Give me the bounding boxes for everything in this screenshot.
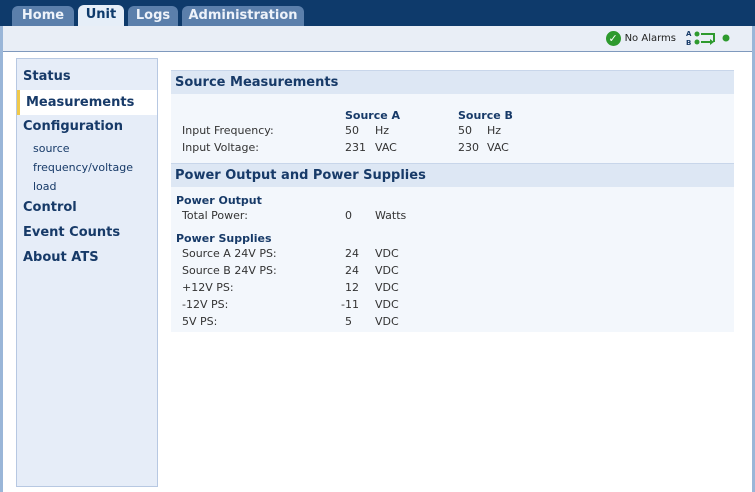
input-frequency-b-value: 50 bbox=[458, 124, 472, 137]
alarm-text: No Alarms bbox=[624, 33, 676, 44]
sidebar-item-measurements[interactable]: Measurements bbox=[17, 90, 157, 115]
sidebar-item-event-counts[interactable]: Event Counts bbox=[23, 225, 120, 240]
ps-source-a-24v-unit: VDC bbox=[375, 247, 399, 260]
input-voltage-label: Input Voltage: bbox=[182, 141, 259, 154]
input-voltage-a-value: 231 bbox=[345, 141, 366, 154]
sidebar: Status Measurements Configuration source… bbox=[16, 58, 158, 487]
sidebar-subitem-frequency-voltage[interactable]: frequency/voltage bbox=[33, 161, 133, 174]
input-frequency-a-unit: Hz bbox=[375, 124, 390, 137]
input-frequency-b-unit: Hz bbox=[487, 124, 502, 137]
tab-administration[interactable]: Administration bbox=[182, 6, 304, 26]
ps-5v-value: 5 bbox=[345, 315, 352, 328]
source-measurements-header: Source Measurements bbox=[171, 70, 734, 94]
alarm-status: ✓ No Alarms bbox=[605, 31, 676, 46]
sidebar-subitem-load[interactable]: load bbox=[33, 180, 57, 193]
ps-minus-12v-label: -12V PS: bbox=[182, 298, 229, 311]
input-frequency-label: Input Frequency: bbox=[182, 124, 274, 137]
ps-minus-12v-value: -11 bbox=[341, 298, 359, 311]
ps-source-b-24v-unit: VDC bbox=[375, 264, 399, 277]
tab-unit[interactable]: Unit bbox=[78, 5, 124, 26]
ats-transfer-icon: A B bbox=[686, 30, 730, 47]
measurements-panel: Source Measurements Source A Source B In… bbox=[171, 70, 734, 332]
power-output-subheader: Power Output bbox=[176, 194, 262, 207]
input-voltage-a-unit: VAC bbox=[375, 141, 397, 154]
ps-plus-12v-label: +12V PS: bbox=[182, 281, 234, 294]
sidebar-item-configuration[interactable]: Configuration bbox=[23, 119, 123, 134]
power-supplies-subheader: Power Supplies bbox=[176, 232, 272, 245]
ps-5v-unit: VDC bbox=[375, 315, 399, 328]
sidebar-item-status[interactable]: Status bbox=[23, 69, 71, 84]
ps-minus-12v-unit: VDC bbox=[375, 298, 399, 311]
svg-text:A: A bbox=[686, 30, 692, 38]
ps-plus-12v-unit: VDC bbox=[375, 281, 399, 294]
sidebar-item-about-ats[interactable]: About ATS bbox=[23, 250, 99, 265]
ps-source-a-24v-label: Source A 24V PS: bbox=[182, 247, 277, 260]
input-voltage-b-unit: VAC bbox=[487, 141, 509, 154]
tab-logs[interactable]: Logs bbox=[128, 6, 178, 26]
total-power-label: Total Power: bbox=[182, 209, 248, 222]
top-nav-bar: Home Unit Logs Administration bbox=[0, 0, 755, 26]
ps-plus-12v-value: 12 bbox=[345, 281, 359, 294]
ps-source-a-24v-value: 24 bbox=[345, 247, 359, 260]
status-bar: ✓ No Alarms A B bbox=[3, 26, 752, 51]
ps-source-b-24v-value: 24 bbox=[345, 264, 359, 277]
svg-text:B: B bbox=[686, 39, 691, 47]
input-voltage-b-value: 230 bbox=[458, 141, 479, 154]
source-a-column-header: Source A bbox=[345, 109, 401, 122]
ok-check-icon: ✓ bbox=[605, 31, 621, 46]
power-section-header: Power Output and Power Supplies bbox=[171, 163, 734, 187]
sidebar-subitem-source[interactable]: source bbox=[33, 142, 70, 155]
source-b-column-header: Source B bbox=[458, 109, 513, 122]
sidebar-item-control[interactable]: Control bbox=[23, 200, 77, 215]
total-power-value: 0 bbox=[345, 209, 352, 222]
tab-home[interactable]: Home bbox=[12, 6, 74, 26]
ps-5v-label: 5V PS: bbox=[182, 315, 218, 328]
total-power-unit: Watts bbox=[375, 209, 407, 222]
ps-source-b-24v-label: Source B 24V PS: bbox=[182, 264, 277, 277]
input-frequency-a-value: 50 bbox=[345, 124, 359, 137]
